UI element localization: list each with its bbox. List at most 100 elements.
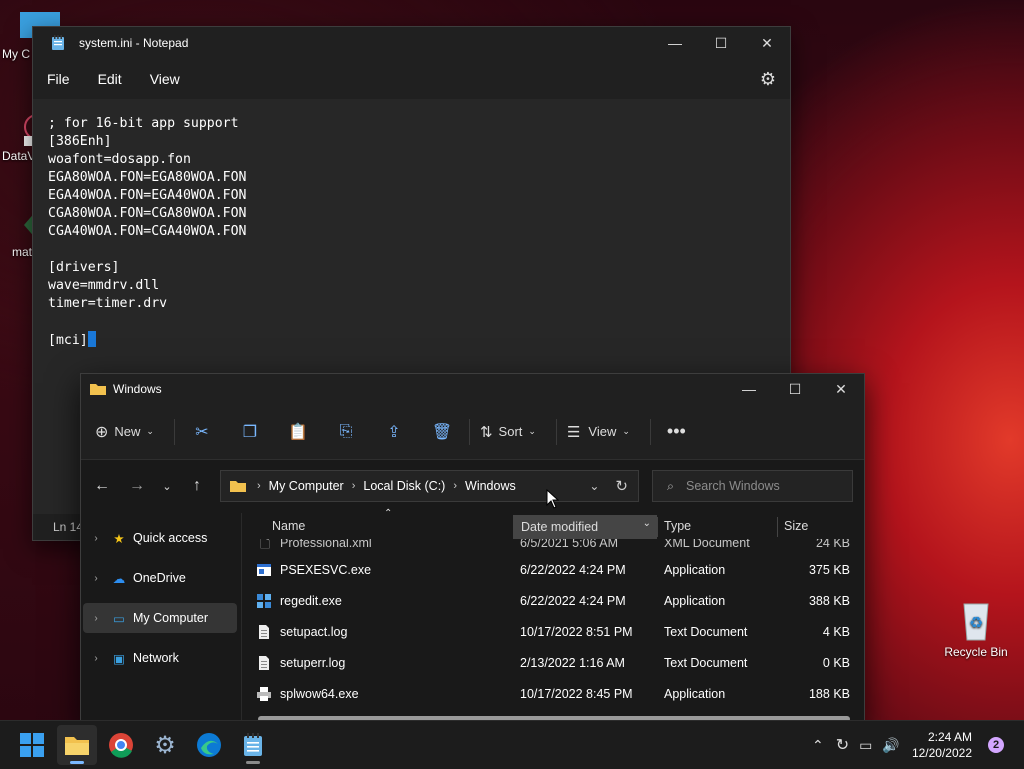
view-label: View [588, 424, 617, 439]
maximize-button[interactable]: ☐ [772, 374, 818, 404]
taskbar-edge[interactable] [189, 725, 229, 765]
new-button[interactable]: ⊕ New ⌄ [95, 422, 154, 442]
rename-button[interactable]: ⎘ [329, 417, 363, 447]
desktop-icon-label: Recycle Bin [944, 645, 1008, 659]
start-button[interactable] [12, 725, 52, 765]
chrome-icon [109, 733, 133, 758]
cut-button[interactable]: ✂ [185, 417, 219, 447]
update-sync-icon[interactable]: ↻ [836, 735, 849, 755]
notepad-icon [244, 733, 262, 756]
close-button[interactable]: ✕ [818, 374, 864, 404]
table-row[interactable]: splwow64.exe 10/17/2022 8:45 PM Applicat… [256, 678, 850, 709]
explorer-title: Windows [113, 382, 162, 396]
refresh-icon[interactable]: ↻ [615, 477, 628, 495]
column-header-date[interactable]: Date modified ⌄ [513, 515, 657, 539]
file-list: ⌃ Name Date modified ⌄ Type Size 🗋 Profe… [242, 508, 864, 724]
clock-date: 12/20/2022 [911, 746, 972, 760]
toolbar-divider [649, 418, 651, 445]
minimize-button[interactable]: — [652, 27, 698, 59]
explorer-titlebar[interactable]: Windows — ☐ ✕ [81, 374, 864, 404]
breadcrumb-windows[interactable]: Windows [465, 479, 516, 493]
nav-label: Quick access [133, 531, 208, 545]
column-header-row: ⌃ Name Date modified ⌄ Type Size [242, 508, 864, 539]
paste-button[interactable]: 📋 [281, 417, 315, 447]
column-header-name[interactable]: Name [272, 519, 305, 533]
close-button[interactable]: ✕ [744, 27, 790, 59]
settings-gear-icon: ⚙ [154, 731, 176, 759]
menu-edit[interactable]: Edit [98, 71, 122, 87]
table-row[interactable]: setuperr.log 2/13/2022 1:16 AM Text Docu… [256, 647, 850, 678]
network-status-icon[interactable]: ▭ [859, 737, 872, 754]
text-line-caret: [mci] [48, 331, 247, 350]
column-divider[interactable] [657, 517, 658, 537]
navigation-pane: › ★ Quick access › ☁ OneDrive › ▭ My Com… [81, 513, 242, 724]
nav-item-network[interactable]: › ▣ Network [83, 643, 237, 673]
notepad-text-area[interactable]: ; for 16-bit app support [386Enh] woafont=… [48, 115, 247, 350]
copy-button[interactable]: ❐ [233, 417, 267, 447]
column-divider[interactable] [777, 517, 778, 537]
notepad-icon [52, 35, 64, 50]
explorer-body: › ★ Quick access › ☁ OneDrive › ▭ My Com… [81, 508, 864, 724]
breadcrumb-local-disk[interactable]: Local Disk (C:) [363, 479, 445, 493]
volume-icon[interactable]: 🔊 [882, 737, 899, 754]
text-line: EGA40WOA.FON=EGA40WOA.FON [48, 188, 247, 203]
minimize-button[interactable]: — [726, 374, 772, 404]
address-bar[interactable]: › My Computer › Local Disk (C:) › Window… [220, 470, 639, 502]
file-explorer-window[interactable]: Windows — ☐ ✕ ⊕ New ⌄ ✂ ❐ 📋 ⎘ ⇪ 🗑 ⇅ Sort… [80, 373, 865, 725]
view-button[interactable]: ☰ View ⌄ [567, 423, 630, 441]
chevron-right-icon[interactable]: › [83, 533, 109, 544]
taskbar-notepad[interactable] [233, 725, 273, 765]
back-arrow-icon[interactable]: ← [87, 477, 117, 495]
notepad-menubar: File Edit View ⚙ [33, 59, 790, 99]
new-label: New [114, 424, 141, 439]
maximize-button[interactable]: ☐ [698, 27, 744, 59]
up-arrow-icon[interactable]: ↑ [182, 477, 212, 495]
clock-time: 2:24 AM [927, 730, 972, 744]
delete-button[interactable]: 🗑 [425, 417, 459, 447]
sort-button[interactable]: ⇅ Sort ⌄ [480, 423, 536, 441]
toolbar-divider [173, 418, 175, 445]
chevron-right-icon[interactable]: › [83, 573, 109, 584]
table-row[interactable]: setupact.log 10/17/2022 8:51 PM Text Doc… [256, 616, 850, 647]
line-number-status: Ln 14 [53, 520, 84, 534]
address-dropdown-chevron-icon[interactable]: ⌄ [589, 479, 599, 493]
text-line: CGA80WOA.FON=CGA80WOA.FON [48, 206, 247, 221]
file-size: 4 KB [822, 624, 850, 639]
folder-icon [230, 481, 246, 492]
column-header-type[interactable]: Type [664, 519, 691, 533]
text-caret [87, 331, 96, 347]
recent-locations-chevron-icon[interactable]: ⌄ [152, 480, 182, 493]
taskbar-chrome[interactable] [101, 725, 141, 765]
maximize-icon: ☐ [714, 34, 728, 51]
nav-item-quick-access[interactable]: › ★ Quick access [83, 523, 237, 553]
share-button[interactable]: ⇪ [377, 417, 411, 447]
menu-view[interactable]: View [150, 71, 180, 87]
show-hidden-icons-chevron-icon[interactable]: ⌃ [812, 737, 824, 754]
text-line: ; for 16-bit app support [48, 116, 239, 131]
plus-circle-icon: ⊕ [95, 423, 109, 441]
file-date: 6/22/2022 4:24 PM [520, 593, 626, 608]
chevron-right-icon[interactable]: › [83, 653, 109, 664]
chevron-right-icon[interactable]: › [83, 613, 109, 624]
file-type: Application [664, 593, 726, 608]
taskbar-file-explorer[interactable] [57, 725, 97, 765]
desktop-icon-recycle-bin[interactable]: ♻ Recycle Bin [940, 598, 1012, 659]
nav-item-my-computer[interactable]: › ▭ My Computer [83, 603, 237, 633]
nav-item-onedrive[interactable]: › ☁ OneDrive [83, 563, 237, 593]
breadcrumb-my-computer[interactable]: My Computer [269, 479, 344, 493]
windows-logo-icon [20, 733, 44, 757]
notification-badge[interactable]: 2 [988, 737, 1004, 753]
menu-file[interactable]: File [47, 71, 70, 87]
list-view-icon: ☰ [566, 423, 581, 441]
taskbar-settings[interactable]: ⚙ [145, 725, 185, 765]
search-icon: ⌕ [667, 478, 675, 493]
forward-arrow-icon[interactable]: → [122, 477, 152, 495]
column-header-size[interactable]: Size [784, 519, 808, 533]
settings-gear-icon[interactable]: ⚙ [760, 69, 776, 90]
clock[interactable]: 2:24 AM 12/20/2022 [912, 729, 972, 761]
notepad-titlebar[interactable]: system.ini - Notepad — ☐ ✕ [33, 27, 790, 59]
search-box[interactable]: ⌕ Search Windows [652, 470, 853, 502]
table-row[interactable]: regedit.exe 6/22/2022 4:24 PM Applicatio… [256, 585, 850, 616]
more-options-button[interactable]: ••• [661, 421, 692, 442]
table-row[interactable]: PSEXESVC.exe 6/22/2022 4:24 PM Applicati… [256, 554, 850, 585]
